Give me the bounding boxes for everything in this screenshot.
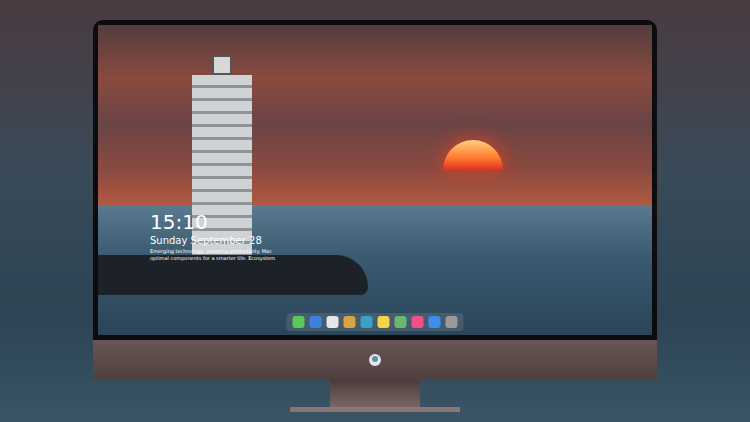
monitor: 15:10 Sunday September 28 Emerging techn…	[93, 20, 657, 422]
dock-app-icon[interactable]	[378, 316, 390, 328]
date: Sunday September 28	[150, 235, 290, 246]
dock-app-icon[interactable]	[412, 316, 424, 328]
rocks	[98, 255, 368, 295]
lock-clock: 15:10 Sunday September 28 Emerging techn…	[150, 211, 290, 261]
lighthouse-lamp	[212, 55, 232, 75]
wallpaper: 15:10 Sunday September 28 Emerging techn…	[98, 25, 652, 335]
dock-app-icon[interactable]	[344, 316, 356, 328]
caption: Emerging technology, amazing productivit…	[150, 248, 290, 261]
dock-app-icon[interactable]	[395, 316, 407, 328]
dock-app-icon[interactable]	[446, 316, 458, 328]
time: 15:10	[150, 211, 290, 233]
dock-app-icon[interactable]	[429, 316, 441, 328]
monitor-chin	[93, 340, 657, 380]
desktop-background: 15:10 Sunday September 28 Emerging techn…	[0, 0, 750, 422]
stand-base	[290, 407, 460, 412]
stand-neck	[330, 380, 420, 407]
dock-app-icon[interactable]	[310, 316, 322, 328]
sky	[98, 25, 652, 205]
dock-app-icon[interactable]	[293, 316, 305, 328]
dock-app-icon[interactable]	[361, 316, 373, 328]
dock	[287, 313, 464, 331]
dock-app-icon[interactable]	[327, 316, 339, 328]
logo-icon	[368, 353, 382, 367]
screen-bezel: 15:10 Sunday September 28 Emerging techn…	[93, 20, 657, 340]
